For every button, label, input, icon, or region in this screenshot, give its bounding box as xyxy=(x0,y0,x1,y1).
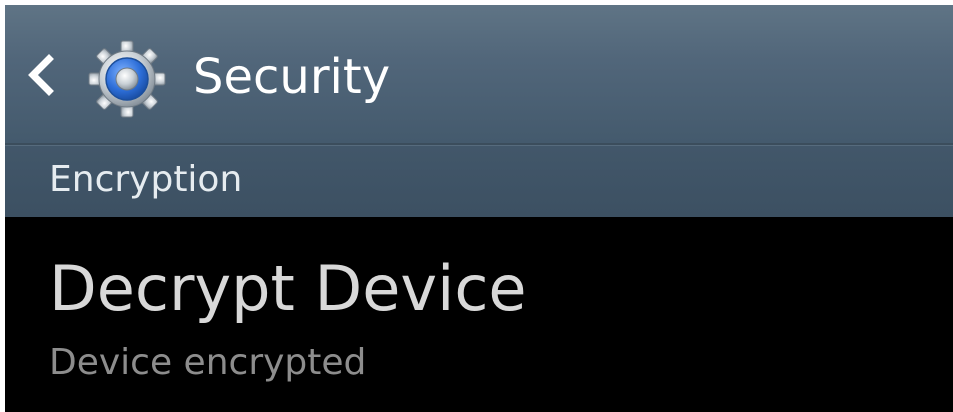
settings-gear-icon xyxy=(87,39,167,119)
page-title: Security xyxy=(193,49,391,105)
item-summary: Device encrypted xyxy=(49,342,367,383)
section-header: Encryption xyxy=(5,145,953,217)
item-title: Decrypt Device xyxy=(49,252,527,325)
section-title: Encryption xyxy=(49,159,243,200)
action-bar: Security xyxy=(5,5,953,145)
back-button[interactable] xyxy=(19,45,67,105)
decrypt-device-item[interactable]: Decrypt Device Device encrypted xyxy=(5,217,953,412)
screen: Security Encryption Decrypt Device Devic… xyxy=(5,5,953,412)
back-chevron-icon xyxy=(28,54,54,96)
